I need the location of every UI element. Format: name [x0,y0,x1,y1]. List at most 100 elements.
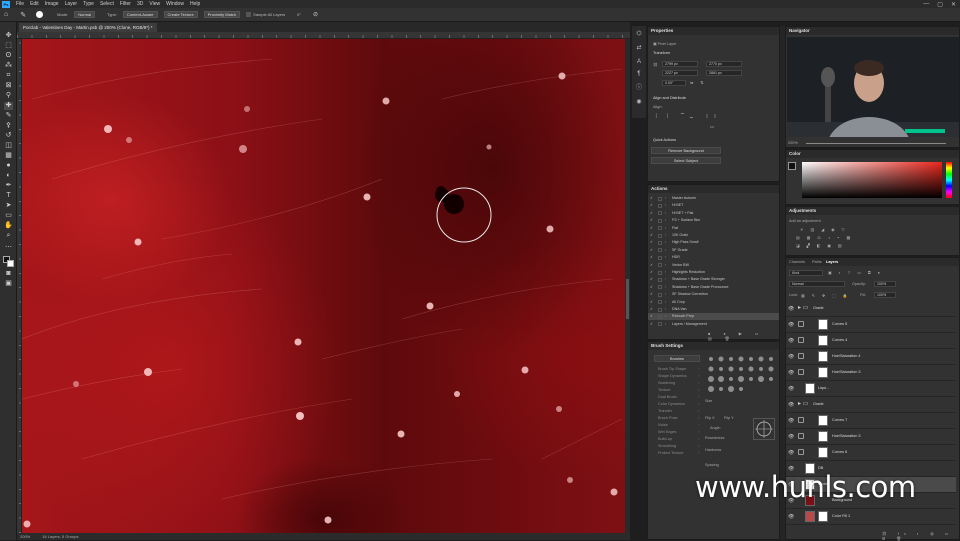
brushes-button[interactable]: Brushes [654,355,700,362]
layer-mask-thumbnail[interactable] [818,415,828,426]
layer-row[interactable]: 👁 Hue/Saturation 3 [786,429,956,445]
document-canvas[interactable] [22,39,625,533]
action-item[interactable]: ✓ › All Crop [648,299,779,306]
menu-help[interactable]: Help [190,1,200,7]
zoom-tool-icon[interactable]: ⌕ [4,232,13,240]
lock-icon[interactable]: ▫ [698,381,699,385]
menu-select[interactable]: Select [100,1,114,7]
lock-icon[interactable]: ▫ [698,409,699,413]
hue-slider[interactable] [946,162,952,198]
mode-select[interactable]: Normal [74,11,96,18]
maximize-button[interactable]: ▢ [937,1,943,8]
sample-all-layers-checkbox[interactable]: Sample All Layers [246,12,285,18]
path-select-tool-icon[interactable]: ➤ [4,202,13,210]
layer-name[interactable]: Curves 4 [832,338,847,342]
layer-name[interactable]: Hue/Saturation 4 [832,354,861,358]
dialog-toggle-box[interactable] [658,226,662,231]
marquee-tool-icon[interactable]: ⬚ [4,42,13,50]
action-item[interactable]: ✓ › HDR [648,254,779,261]
expand-triangle-icon[interactable]: › [665,269,666,276]
align-icons[interactable]: ▏▕ ▔▁ ▯▯ [656,113,722,118]
action-item[interactable]: ✓ › 10K Grain [648,232,779,239]
x-field[interactable]: 2770 px [706,61,742,67]
expand-triangle-icon[interactable]: › [665,276,666,283]
expand-triangle-icon[interactable]: › [665,262,666,269]
brush-option-item[interactable]: Texture ▫ [658,388,702,392]
brush-tool-icon[interactable]: ✎ [4,112,13,120]
layer-mask-thumbnail[interactable] [818,319,828,330]
expand-triangle-icon[interactable]: › [665,239,666,246]
swap-icon[interactable]: ⇄ [635,44,643,52]
check-icon[interactable]: ✓ [650,210,653,217]
dialog-toggle-box[interactable] [658,270,662,275]
zoom-slider[interactable] [806,143,946,144]
hand-tool-icon[interactable]: ✋ [4,222,13,230]
check-icon[interactable]: ✓ [650,321,653,328]
folder-icon[interactable]: ▸ ▭ [798,304,808,311]
check-icon[interactable]: ✓ [650,217,653,224]
action-item[interactable]: ✓ › Layers / Management [648,321,779,328]
expand-triangle-icon[interactable]: › [665,313,666,320]
quick-mask-icon[interactable]: ◙ [4,270,13,278]
check-icon[interactable]: ✓ [650,195,653,202]
layer-name[interactable]: Curves 5 [832,322,847,326]
navigator-zoom[interactable]: 200% [788,141,798,145]
brush-option-item[interactable]: Color Dynamics ▫ [658,402,702,406]
lock-icon[interactable]: ▫ [698,416,699,420]
check-icon[interactable]: ✓ [650,313,653,320]
dialog-toggle-box[interactable] [658,322,662,327]
layer-mask-thumbnail[interactable] [818,367,828,378]
layer-mask-thumbnail[interactable] [818,511,828,522]
height-field[interactable]: 2227 px [662,70,698,76]
menu-edit[interactable]: Edit [30,1,39,7]
lock-icon[interactable]: ▫ [698,437,699,441]
tab-paths[interactable]: Paths [812,260,822,264]
dialog-toggle-box[interactable] [658,218,662,223]
brush-option-item[interactable]: Noise ▫ [658,423,702,427]
layer-mask-thumbnail[interactable] [818,431,828,442]
history-brush-tool-icon[interactable]: ↺ [4,132,13,140]
blur-tool-icon[interactable]: ● [4,162,13,170]
scroll-thumb[interactable] [626,279,629,319]
lock-icon[interactable]: ▫ [698,395,699,399]
expand-triangle-icon[interactable]: › [665,254,666,261]
action-item[interactable]: ✓ › Hi BET + Flat [648,210,779,217]
brush-tip-grid[interactable] [705,355,777,395]
expand-triangle-icon[interactable]: › [665,291,666,298]
type-tool-icon[interactable]: T [4,192,13,200]
brush-option-item[interactable]: Build-up ▫ [658,437,702,441]
menu-layer[interactable]: Layer [65,1,78,7]
visibility-eye-icon[interactable]: 👁 [788,402,794,408]
action-item[interactable]: ✓ › Vector BW [648,262,779,269]
visibility-eye-icon[interactable]: 👁 [788,434,794,440]
opacity-field[interactable]: 100% [874,281,896,287]
expand-triangle-icon[interactable]: › [665,247,666,254]
layer-name[interactable]: Hue/Saturation 3 [832,434,861,438]
visibility-eye-icon[interactable]: 👁 [788,338,794,344]
adjustment-icons-row3[interactable]: ◪ ▞ ◧ ▣ ▧ [796,243,845,248]
dialog-toggle-box[interactable] [658,285,662,290]
color-fill-thumbnail[interactable] [805,511,815,522]
expand-triangle-icon[interactable]: › [665,299,666,306]
menu-window[interactable]: Window [166,1,184,7]
layer-row[interactable]: 👁 ▸ ▭ Grade [786,301,956,317]
zoom-readout[interactable]: 200% [20,533,30,540]
dialog-toggle-box[interactable] [658,255,662,260]
layer-name[interactable]: Curves 6 [832,450,847,454]
move-tool-icon[interactable]: ✥ [4,32,13,40]
close-button[interactable]: ✕ [951,1,956,8]
lasso-tool-icon[interactable]: ʘ [4,52,13,60]
lock-icon[interactable]: ▫ [698,430,699,434]
document-tab[interactable]: Porclab - Valentines Day - Martin.psb @ … [19,23,157,32]
layer-name[interactable]: Grade [813,402,824,406]
angle-field[interactable]: 0° [297,12,301,17]
libraries-icon[interactable]: ◉ [635,98,643,106]
check-icon[interactable]: ✓ [650,269,653,276]
dialog-toggle-box[interactable] [658,203,662,208]
visibility-eye-icon[interactable]: 👁 [788,418,794,424]
layer-mask-thumbnail[interactable] [818,351,828,362]
check-icon[interactable]: ✓ [650,202,653,209]
dialog-toggle-box[interactable] [658,263,662,268]
background-color-swatch[interactable] [7,260,14,267]
fill-field[interactable]: 100% [874,292,896,298]
